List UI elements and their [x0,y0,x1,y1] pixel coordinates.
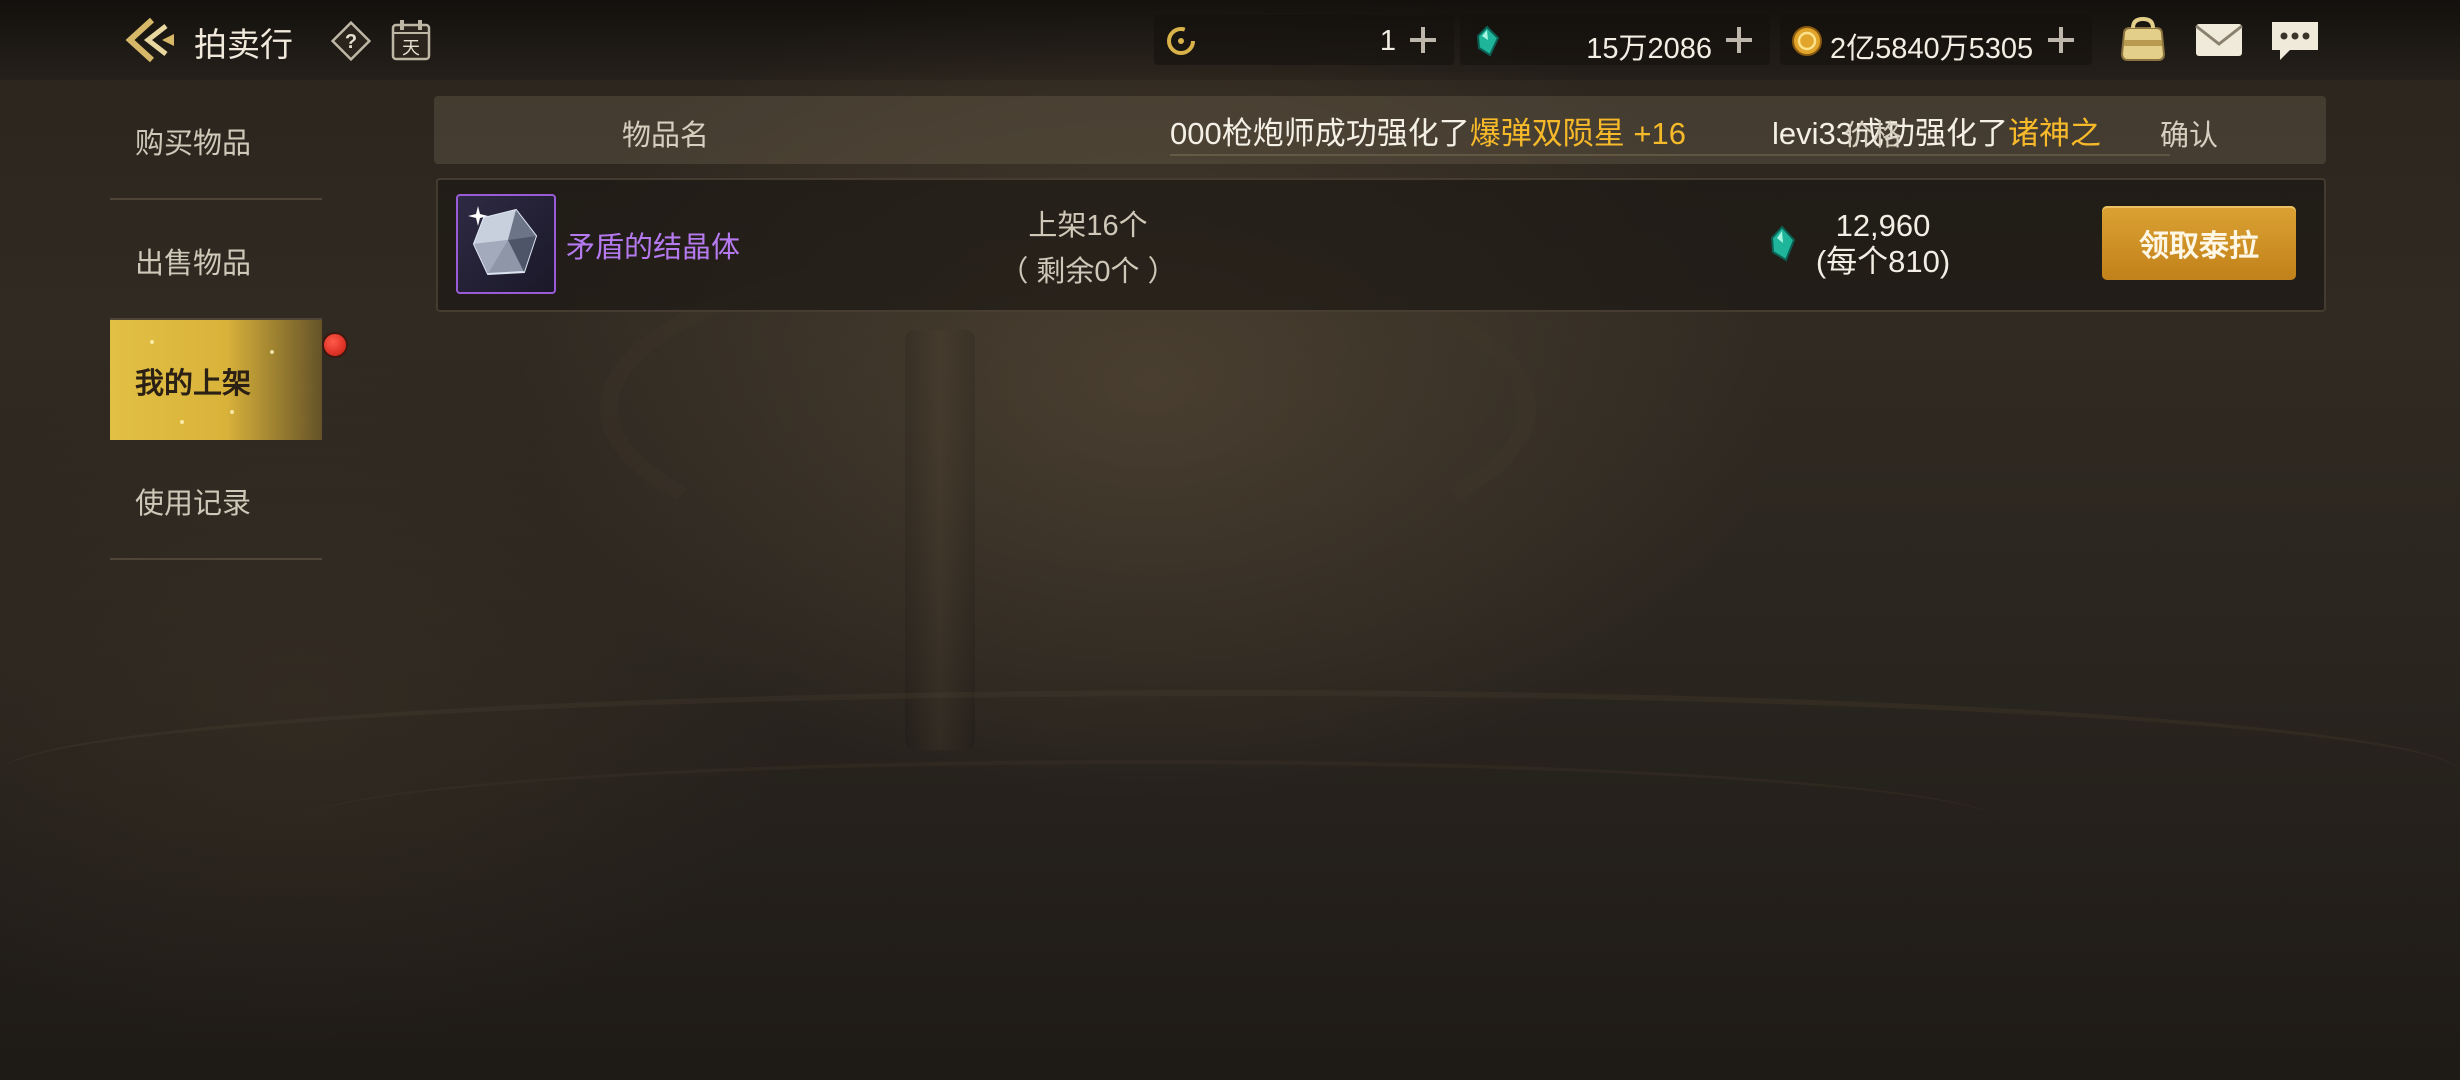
notification-dot [322,332,348,358]
tera-gem-icon [1470,24,1504,58]
add-gold-button[interactable] [2044,23,2078,57]
column-header-item-name: 物品名 [622,120,710,152]
top-bar: 拍卖行 ? 天 1 15万2086 2亿5840万5305 [0,0,2460,80]
page-title: 拍卖行 [194,26,293,63]
table-row: 矛盾的结晶体 上架16个 （ 剩余0个 ） 12,960 (每个810) 领取泰… [436,178,2326,312]
price-each: (每个810) [1815,244,1951,279]
remaining-quantity: （ 剩余0个 ） [999,256,1177,288]
ticker-text: 000枪炮师成功强化了 [1170,116,1470,151]
price-total: 12,960 [1835,208,1931,243]
sidebar-menu: 购买物品 出售物品 我的上架 使用记录 [110,80,348,560]
calendar-icon[interactable]: 天 [390,18,432,62]
announcement-ticker: 000枪炮师成功强化了爆弹双陨星 +16 levi33成功强化了诸神之 [1170,106,2170,156]
column-header-price: 价格 [1844,120,1903,152]
column-header-confirm: 确认 [2160,120,2219,152]
gold-counter: 2亿5840万5305 [1780,15,2092,65]
back-arrow-icon[interactable] [122,16,178,64]
sidebar-item-my-listings[interactable]: 我的上架 [110,320,348,440]
sidebar-item-label: 出售物品 [135,248,252,280]
help-icon[interactable]: ? [330,20,372,62]
tera-counter: 15万2086 [1460,15,1770,65]
ticker-item: 诸神之 [2008,116,2101,151]
sidebar-item-label: 使用记录 [135,488,252,520]
bag-icon[interactable] [2116,16,2170,64]
background-tree-trunk [905,330,975,750]
crystal-item-icon[interactable] [456,194,556,294]
sidebar-item-sell[interactable]: 出售物品 [110,200,322,320]
sidebar-item-history[interactable]: 使用记录 [110,440,322,560]
tera-value: 15万2086 [1586,33,1712,65]
add-c-coin-button[interactable] [1406,23,1440,57]
svg-text:天: 天 [402,38,420,59]
background-vine [0,690,2460,856]
claim-tera-button[interactable]: 领取泰拉 [2102,206,2296,280]
c-coin-icon [1164,24,1198,58]
sidebar-item-label: 我的上架 [135,368,252,400]
chat-icon[interactable] [2268,16,2322,64]
sidebar-item-label: 购买物品 [135,128,252,160]
tera-gem-icon [1764,224,1800,264]
sidebar-item-buy[interactable]: 购买物品 [110,80,322,200]
ticker-message: 000枪炮师成功强化了爆弹双陨星 +16 [1170,108,1686,153]
gold-value: 2亿5840万5305 [1830,33,2034,65]
price-block: 12,960 (每个810) [1808,208,1958,280]
c-coin-value: 1 [1379,25,1396,57]
gold-coin-icon [1790,24,1824,58]
ticker-message: levi33成功强化了诸神之 [1772,108,2101,153]
ticker-item: 爆弹双陨星 +16 [1469,116,1686,151]
c-coin-counter: 1 [1154,15,1454,65]
item-name: 矛盾的结晶体 [566,232,741,264]
add-tera-button[interactable] [1722,23,1756,57]
svg-text:?: ? [345,31,357,53]
table-header: 物品名 000枪炮师成功强化了爆弹双陨星 +16 levi33成功强化了诸神之 … [434,96,2326,164]
mail-icon[interactable] [2192,16,2246,64]
background-vine [300,760,2000,884]
listed-quantity: 上架16个 [1028,210,1148,242]
